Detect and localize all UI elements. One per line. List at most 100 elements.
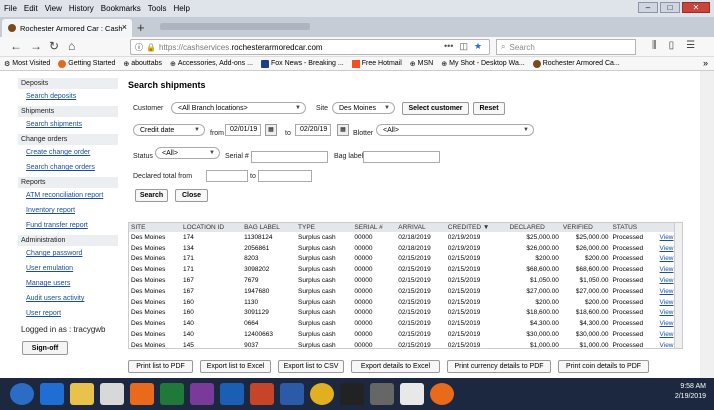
- terminal-icon[interactable]: [340, 383, 364, 405]
- bookmark-star-icon[interactable]: ★: [474, 41, 482, 52]
- start-button[interactable]: [10, 383, 34, 405]
- bookmarks-overflow-icon[interactable]: »: [703, 58, 708, 68]
- sidebar-item-create-change-order[interactable]: Create change order: [18, 145, 118, 160]
- col-verified[interactable]: VERIFIED: [560, 223, 611, 232]
- col-status[interactable]: STATUS: [610, 223, 658, 232]
- calendar-icon[interactable]: ▦: [337, 124, 349, 136]
- col-type[interactable]: TYPE: [296, 223, 353, 232]
- to-date-input[interactable]: 02/20/19: [295, 124, 331, 136]
- sidebar-item-user-emulation[interactable]: User emulation: [18, 261, 118, 276]
- bookmark-accessories[interactable]: ⊕ Accessories, Add-ons ...: [170, 60, 253, 68]
- declared-from-input[interactable]: [206, 170, 248, 182]
- menu-file[interactable]: File: [4, 4, 17, 13]
- close-window-button[interactable]: ✕: [682, 2, 710, 13]
- serial-input[interactable]: [251, 151, 328, 163]
- sidebar-icon[interactable]: ▯: [669, 40, 675, 51]
- customer-select[interactable]: <All Branch locations> ▼: [171, 102, 306, 114]
- export-excel-button[interactable]: Export list to Excel: [200, 360, 271, 373]
- sidebar-item-inventory-report[interactable]: Inventory report: [18, 203, 118, 218]
- sidebar-item-search-shipments[interactable]: Search shipments: [18, 117, 118, 132]
- sidebar-item-user-report[interactable]: User report: [18, 306, 118, 321]
- menu-history[interactable]: History: [69, 4, 94, 13]
- page-scrollbar[interactable]: [700, 71, 714, 378]
- pocket-icon[interactable]: ◫: [459, 41, 468, 52]
- minimize-button[interactable]: –: [638, 2, 658, 13]
- declared-to-input[interactable]: [258, 170, 312, 182]
- clock-time[interactable]: 9:58 AM: [675, 382, 706, 392]
- bookmark-msn[interactable]: ⊕ MSN: [410, 60, 433, 68]
- from-date-input[interactable]: 02/01/19: [225, 124, 261, 136]
- search-button[interactable]: Search: [135, 189, 168, 202]
- menu-view[interactable]: View: [45, 4, 62, 13]
- bookmark-getting-started[interactable]: Getting Started: [58, 59, 115, 68]
- close-tab-icon[interactable]: ×: [122, 22, 127, 32]
- bookmark-myshot[interactable]: ⊕ My Shot - Desktop Wa...: [441, 60, 524, 68]
- bookmark-fox-news[interactable]: Fox News - Breaking ...: [260, 59, 344, 68]
- info-icon[interactable]: ⓘ: [135, 42, 143, 53]
- sign-off-button[interactable]: Sign-off: [22, 341, 68, 355]
- col-credited[interactable]: CREDITED ▼: [445, 223, 508, 232]
- close-button[interactable]: Close: [175, 189, 208, 202]
- col-serial[interactable]: SERIAL #: [352, 223, 397, 232]
- menu-tools[interactable]: Tools: [148, 4, 167, 13]
- bookmark-abouttabs[interactable]: ⊕ abouttabs: [123, 60, 162, 68]
- url-bar[interactable]: ⓘ 🔒 https://cashservices. rochesterarmore…: [130, 39, 490, 55]
- library-icon[interactable]: ⫼: [652, 40, 657, 51]
- bookmark-hotmail[interactable]: Free Hotmail: [351, 59, 402, 68]
- sidebar-item-fund-transfer-report[interactable]: Fund transfer report: [18, 218, 118, 233]
- word-icon[interactable]: [280, 383, 304, 405]
- sidebar-item-change-password[interactable]: Change password: [18, 246, 118, 261]
- col-location[interactable]: LOCATION ID: [180, 223, 243, 232]
- print-coin-pdf-button[interactable]: Print coin details to PDF: [558, 360, 649, 373]
- col-bag-label[interactable]: BAG LABEL: [242, 223, 297, 232]
- site-select[interactable]: Des Moines ▼: [332, 102, 395, 114]
- forward-icon[interactable]: →: [30, 39, 42, 53]
- firefox-icon[interactable]: [430, 383, 454, 405]
- reset-button[interactable]: Reset: [473, 102, 505, 115]
- sidebar-item-search-change-orders[interactable]: Search change orders: [18, 160, 118, 175]
- back-icon[interactable]: ←: [10, 39, 22, 53]
- bookmark-rochester[interactable]: Rochester Armored Ca...: [532, 59, 620, 68]
- sidebar-item-audit-users[interactable]: Audit users activity: [18, 291, 118, 306]
- explorer-icon[interactable]: [70, 383, 94, 405]
- hamburger-menu-icon[interactable]: ☰: [686, 40, 695, 51]
- sidebar-item-atm-report[interactable]: ATM reconciliation report: [18, 188, 118, 203]
- reload-icon[interactable]: ↻: [49, 39, 59, 53]
- onenote-icon[interactable]: [190, 383, 214, 405]
- excel-icon[interactable]: [160, 383, 184, 405]
- print-currency-pdf-button[interactable]: Print currency details to PDF: [447, 360, 551, 373]
- bookmark-most-visited[interactable]: ⚙ Most Visited: [4, 60, 50, 68]
- firefox-icon[interactable]: [130, 383, 154, 405]
- col-arrival[interactable]: ARRIVAL: [396, 223, 446, 232]
- print-pdf-button[interactable]: Print list to PDF: [128, 360, 193, 373]
- maximize-button[interactable]: □: [660, 2, 680, 13]
- search-input[interactable]: ⌕ Search: [496, 39, 636, 55]
- sidebar-item-search-deposits[interactable]: Search deposits: [18, 89, 118, 104]
- app-icon[interactable]: [100, 383, 124, 405]
- export-details-excel-button[interactable]: Export details to Excel: [351, 360, 440, 373]
- bag-label-input[interactable]: [363, 151, 440, 163]
- export-csv-button[interactable]: Export list to CSV: [278, 360, 344, 373]
- clock-date[interactable]: 2/19/2019: [675, 392, 706, 402]
- outlook-icon[interactable]: [220, 383, 244, 405]
- page-actions-icon[interactable]: •••: [444, 41, 453, 52]
- new-tab-icon[interactable]: +: [137, 20, 145, 35]
- status-select[interactable]: <All> ▼: [155, 147, 220, 159]
- col-site[interactable]: SITE: [129, 223, 181, 232]
- app-icon[interactable]: [370, 383, 394, 405]
- sidebar-item-manage-users[interactable]: Manage users: [18, 276, 118, 291]
- tab-rochester[interactable]: Rochester Armored Car : Cash ×: [2, 19, 132, 37]
- select-customer-button[interactable]: Select customer: [402, 102, 469, 115]
- menu-help[interactable]: Help: [173, 4, 189, 13]
- ie-icon[interactable]: [40, 383, 64, 405]
- calendar-icon[interactable]: ▦: [265, 124, 277, 136]
- col-declared[interactable]: DECLARED: [507, 223, 561, 232]
- date-type-select[interactable]: Credit date ▼: [133, 124, 205, 136]
- table-scrollbar[interactable]: [674, 223, 682, 348]
- menu-bookmarks[interactable]: Bookmarks: [101, 4, 141, 13]
- acrobat-icon[interactable]: [400, 383, 424, 405]
- chrome-icon[interactable]: [310, 383, 334, 405]
- powerpoint-icon[interactable]: [250, 383, 274, 405]
- blotter-select[interactable]: <All> ▼: [376, 124, 534, 136]
- menu-edit[interactable]: Edit: [24, 4, 38, 13]
